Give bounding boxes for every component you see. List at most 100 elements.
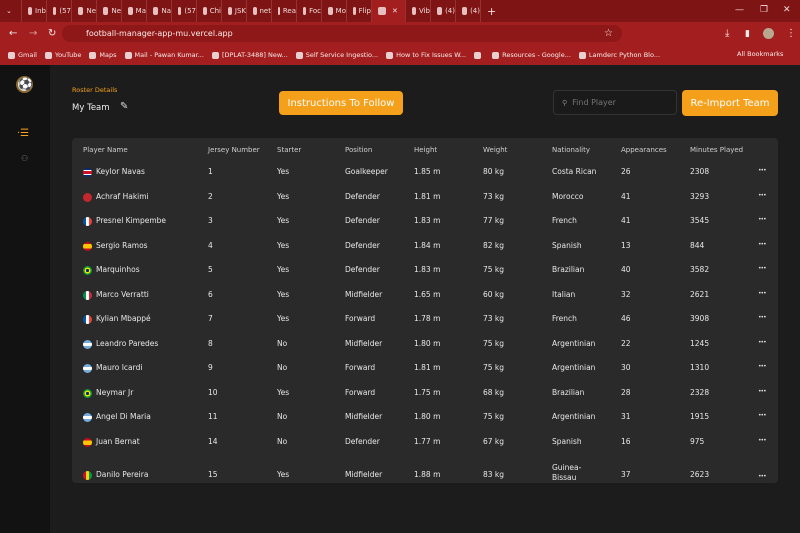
column-header[interactable]: Weight — [483, 138, 507, 162]
browser-tab[interactable]: (4) — [456, 0, 481, 22]
table-row[interactable]: Juan Bernat 14 No Defender 1.77 m 67 kg Spanis… — [72, 430, 778, 454]
table-row[interactable]: Danilo Pereira 15 Yes Midfielder 1.88 m 83 kg… — [72, 460, 778, 490]
more-options-icon[interactable]: ••• — [758, 332, 767, 354]
bookmark-favicon-icon — [386, 51, 394, 59]
more-options-icon[interactable]: ••• — [758, 234, 767, 256]
column-header[interactable]: Appearances — [621, 138, 667, 162]
reimport-team-button[interactable]: Re-Import Team — [682, 90, 778, 116]
cell-appearances: 22 — [621, 338, 631, 348]
table-row[interactable]: Presnel Kimpembe 3 Yes Defender 1.83 m 77 kg F… — [72, 209, 778, 233]
browser-tab[interactable]: Na — [147, 0, 172, 22]
bookmark-item[interactable]: Resources - Google... — [492, 51, 571, 59]
bookmark-item[interactable]: Maps — [89, 51, 117, 59]
browser-tab[interactable]: ✕ — [372, 0, 406, 22]
cell-minutes: 2623 — [690, 470, 710, 479]
more-options-icon[interactable]: ••• — [758, 258, 767, 280]
cell-name: Marco Verratti — [96, 289, 149, 299]
cell-nationality: Morocco — [552, 191, 584, 201]
menu-icon[interactable]: ⋮ — [786, 28, 796, 39]
browser-tab[interactable]: Mo — [322, 0, 347, 22]
back-icon[interactable]: ← — [9, 28, 17, 39]
url-input[interactable]: football-manager-app-mu.vercel.app — [62, 25, 622, 42]
sidepanel-icon[interactable]: ▮ — [745, 29, 750, 39]
close-tab-icon[interactable]: ✕ — [392, 7, 398, 15]
browser-tab[interactable]: Inb — [22, 0, 47, 22]
browser-tab[interactable]: net — [247, 0, 272, 22]
column-header[interactable]: Minutes Played — [690, 138, 743, 162]
bookmark-item[interactable] — [474, 51, 484, 59]
reload-icon[interactable]: ↻ — [48, 28, 56, 39]
find-player-search[interactable]: ⚲ — [553, 90, 677, 115]
more-options-icon[interactable]: ••• — [758, 356, 767, 378]
column-header[interactable]: Jersey Number — [208, 138, 260, 162]
tab-favicon-icon — [53, 7, 57, 15]
more-options-icon[interactable]: ••• — [758, 381, 767, 403]
column-header[interactable]: Player Name — [83, 138, 128, 162]
close-window-button[interactable]: ✕ — [783, 5, 791, 15]
cell-name: Sergio Ramos — [96, 240, 148, 250]
bookmark-item[interactable]: Self Service Ingestio... — [295, 51, 379, 59]
tab-label: Ne — [111, 7, 121, 15]
bookmark-item[interactable]: YouTube — [44, 51, 81, 59]
more-options-icon[interactable]: ••• — [758, 405, 767, 427]
download-icon[interactable]: ⤓ — [725, 28, 729, 39]
browser-tab[interactable]: Ne — [72, 0, 97, 22]
browser-tab[interactable]: Foc — [297, 0, 322, 22]
more-options-icon[interactable]: ••• — [758, 307, 767, 329]
cell-weight: 82 kg — [483, 240, 505, 250]
bookmark-star-icon[interactable]: ☆ — [604, 28, 613, 39]
more-options-icon[interactable]: ••• — [758, 460, 767, 494]
column-header[interactable]: Starter — [277, 138, 301, 162]
table-row[interactable]: Angel Di Maria 11 No Midfielder 1.80 m 75 kg A… — [72, 405, 778, 429]
bookmark-item[interactable]: Mail - Pawan Kumar... — [124, 51, 204, 59]
table-row[interactable]: Keylor Navas 1 Yes Goalkeeper 1.85 m 80 kg Cos… — [72, 160, 778, 184]
table-row[interactable]: Mauro Icardi 9 No Forward 1.81 m 75 kg Argenti… — [72, 356, 778, 380]
new-tab-button[interactable]: + — [487, 5, 496, 18]
browser-tab-strip: ⌄ Inb (57 Ne Ne Ma Na (57 Chi JSK net Rea Foc Mo Flip… — [0, 0, 800, 22]
more-options-icon[interactable]: ••• — [758, 185, 767, 207]
tab-search-button[interactable]: ⌄ — [0, 0, 22, 22]
restore-button[interactable]: ❐ — [760, 5, 768, 15]
bookmark-item[interactable]: [DPLAT-3488] New... — [211, 51, 288, 59]
forward-icon[interactable]: → — [29, 28, 37, 39]
table-row[interactable]: Marquinhos 5 Yes Defender 1.83 m 75 kg Brazili… — [72, 258, 778, 282]
instructions-button[interactable]: Instructions To Follow — [279, 91, 403, 115]
edit-pencil-icon[interactable]: ✎ — [120, 101, 128, 112]
browser-tab[interactable]: Ne — [97, 0, 122, 22]
more-options-icon[interactable]: ••• — [758, 430, 767, 452]
search-input[interactable] — [572, 98, 668, 107]
all-bookmarks[interactable]: All Bookmarks — [737, 50, 783, 58]
browser-tab[interactable]: Chi — [197, 0, 222, 22]
more-options-icon[interactable]: ••• — [758, 209, 767, 231]
bookmark-item[interactable]: Lamderc Python Blo... — [578, 51, 660, 59]
bookmark-item[interactable]: Gmail — [8, 51, 37, 59]
column-header[interactable]: Position — [345, 138, 372, 162]
more-options-icon[interactable]: ••• — [758, 283, 767, 305]
table-row[interactable]: Leandro Paredes 8 No Midfielder 1.80 m 75 kg A… — [72, 332, 778, 356]
profile-avatar[interactable] — [763, 28, 774, 39]
table-row[interactable]: Achraf Hakimi 2 Yes Defender 1.81 m 73 kg Moro… — [72, 185, 778, 209]
browser-tab[interactable]: Ma — [122, 0, 147, 22]
bookmark-label: Gmail — [18, 51, 37, 59]
roster-list-icon[interactable]: ·☰ — [17, 128, 29, 139]
team-icon[interactable]: ⚇ — [21, 154, 28, 163]
browser-tab[interactable]: Flip — [347, 0, 372, 22]
browser-tab[interactable]: (57 — [47, 0, 72, 22]
column-header[interactable]: Nationality — [552, 138, 590, 162]
more-options-icon[interactable]: ••• — [758, 160, 767, 182]
bookmark-label: Self Service Ingestio... — [305, 51, 379, 59]
cell-minutes: 3545 — [690, 216, 710, 225]
browser-tab[interactable]: Rea — [272, 0, 297, 22]
column-header[interactable]: Height — [414, 138, 437, 162]
browser-tab[interactable]: (4) — [431, 0, 456, 22]
table-row[interactable]: Kylian Mbappé 7 Yes Forward 1.78 m 73 kg Frenc… — [72, 307, 778, 331]
table-row[interactable]: Sergio Ramos 4 Yes Defender 1.84 m 82 kg Spani… — [72, 234, 778, 258]
bookmark-item[interactable]: How to Fix Issues W... — [386, 51, 466, 59]
browser-tab[interactable]: Vib — [406, 0, 431, 22]
browser-tab[interactable]: JSK — [222, 0, 247, 22]
table-row[interactable]: Marco Verratti 6 Yes Midfielder 1.65 m 60 kg I… — [72, 283, 778, 307]
table-row[interactable]: Neymar Jr 10 Yes Forward 1.75 m 68 kg Brazilia… — [72, 381, 778, 405]
minimize-button[interactable]: — — [735, 5, 744, 15]
cell-height: 1.78 m — [414, 314, 441, 323]
browser-tab[interactable]: (57 — [172, 0, 197, 22]
